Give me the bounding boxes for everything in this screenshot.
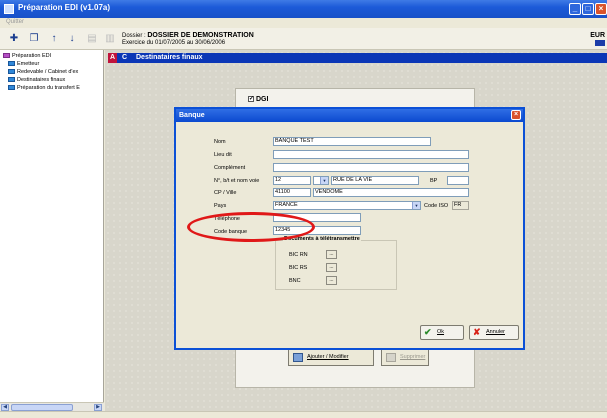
dialog-title: Banque [176,109,523,122]
chevron-down-icon[interactable]: ▼ [412,202,420,209]
pays-value: FRANCE [275,202,298,208]
bicrn-label: BIC RN [289,252,308,258]
sidebar-item-label: Emetteur [17,61,40,67]
sidebar-item-destinataires[interactable]: Destinataires finaux [8,77,102,85]
up-arrow-icon[interactable]: ↑ [48,33,60,45]
sheet-icon [8,85,15,91]
chevron-down-icon[interactable]: ▼ [320,177,328,184]
cancel-button[interactable]: ✘ Annuler [469,325,519,340]
edit-icon [293,353,303,362]
bnc-browse-button[interactable]: ... [326,276,337,285]
print-icon[interactable]: ▤ [86,33,98,45]
window-title: Préparation EDI (v1.07a) [18,3,111,12]
delete-label: Supprimer [400,354,426,360]
ville-field[interactable]: VENDOME [313,188,469,197]
lieudit-label: Lieu dit [214,152,232,158]
complement-label: Complément [214,165,246,171]
toolbar: ✚ ❐ ↑ ↓ ▤ ▥ Dossier : DOSSIER DE DEMONST… [0,28,607,50]
btq-select[interactable]: ▼ [313,176,329,185]
section-tag-a[interactable]: A [108,53,117,63]
down-arrow-icon[interactable]: ↓ [66,33,78,45]
dgi-label: DGI [256,96,269,103]
window-title-bar: Préparation EDI (v1.07a) _ □ × [0,0,607,18]
section-tag-c[interactable]: C [120,53,129,63]
sidebar-item-label: Destinataires finaux [17,77,66,83]
bicrn-browse-button[interactable]: ... [326,250,337,259]
dossier-label: Dossier : [122,33,146,39]
scroll-thumb[interactable] [11,404,73,411]
close-button[interactable]: × [595,3,607,15]
minimize-button[interactable]: _ [569,3,581,15]
currency-label: EUR [590,32,605,39]
cpville-label: CP / Ville [214,190,237,196]
app-icon [4,4,14,14]
section-title: Destinataires finaux [136,54,203,61]
bnc-label: BNC [289,278,301,284]
dialog-close-button[interactable]: × [511,110,521,120]
cancel-label: Annuler [486,329,505,335]
delete-icon [386,353,396,362]
sidebar-item-label: Préparation du transfert E [17,85,80,91]
sidebar-item-preparation-edi[interactable]: Préparation EDI [3,53,97,61]
sidebar-tree: Préparation EDI Emetteur Redevable / Cab… [0,50,104,407]
adresse-label: N°, b/t et nom voie [214,178,260,184]
codeiso-field: FR [452,201,469,210]
preview-icon[interactable]: ▥ [104,33,116,45]
bicrs-browse-button[interactable]: ... [326,263,337,272]
complement-field[interactable] [273,163,469,172]
folder-icon [3,53,10,59]
sidebar-item-label: Redevable / Cabinet d'ex [17,69,79,75]
documents-title: Documents à télétransmettre [283,236,361,242]
sidebar-scrollbar[interactable]: ◀ ▶ [0,402,104,411]
status-bar [0,411,607,418]
scroll-right-icon[interactable]: ▶ [94,404,102,411]
dossier-name: DOSSIER DE DEMONSTRATION [147,32,254,39]
sheet-icon [8,61,15,67]
voie-field[interactable]: RUE DE LA VIE [331,176,419,185]
bp-field[interactable] [447,176,469,185]
pays-select[interactable]: FRANCE ▼ [273,201,421,210]
ok-label: Ok [437,329,445,335]
bp-label: BP [430,178,438,184]
codebanque-label: Code banque [214,229,248,235]
bicrs-label: BIC RS [289,265,308,271]
currency-indicator: EUR [590,32,605,46]
delete-button[interactable]: Supprimer [381,349,429,366]
section-header: A C Destinataires finaux [108,53,607,63]
telephone-label: Téléphone [214,216,240,222]
dgi-checkbox-row[interactable]: ✓ DGI [248,96,268,103]
dgi-checkbox[interactable]: ✓ [248,96,254,103]
codebanque-field[interactable]: 12345 [273,226,361,235]
menu-bar: Quitter [0,18,607,28]
ok-button[interactable]: ✔ Ok [420,325,464,340]
copy-icon[interactable]: ❐ [28,33,40,45]
check-icon: ✔ [424,327,432,337]
cross-icon: ✘ [473,327,481,337]
dossier-info: Dossier : DOSSIER DE DEMONSTRATION Exerc… [122,32,254,47]
nom-field[interactable]: BANQUE TEST [273,137,431,146]
pays-label: Pays [214,203,227,209]
sidebar-item-transfert[interactable]: Préparation du transfert E [8,85,102,93]
new-icon[interactable]: ✚ [8,33,20,45]
sheet-icon [8,77,15,83]
cp-field[interactable]: 41100 [273,188,311,197]
lieudit-field[interactable] [273,150,469,159]
exercice-text: Exercice du 01/07/2005 au 30/06/2006 [122,40,226,46]
nom-label: Nom [214,139,226,145]
codeiso-label: Code ISO [424,203,449,209]
add-modify-label: Ajouter / Modifier [307,354,349,360]
scroll-left-icon[interactable]: ◀ [1,404,9,411]
telephone-field[interactable] [273,213,361,222]
sidebar-item-label: Préparation EDI [12,53,52,59]
sheet-icon [8,69,15,75]
eu-flag-icon [595,40,605,46]
sidebar-item-redevable[interactable]: Redevable / Cabinet d'ex [8,69,102,77]
numero-field[interactable]: 12 [273,176,311,185]
maximize-button[interactable]: □ [582,3,594,15]
sidebar-item-emetteur[interactable]: Emetteur [8,61,102,69]
menu-item-quitter[interactable]: Quitter [6,19,24,25]
add-modify-button[interactable]: Ajouter / Modifier [288,349,374,366]
